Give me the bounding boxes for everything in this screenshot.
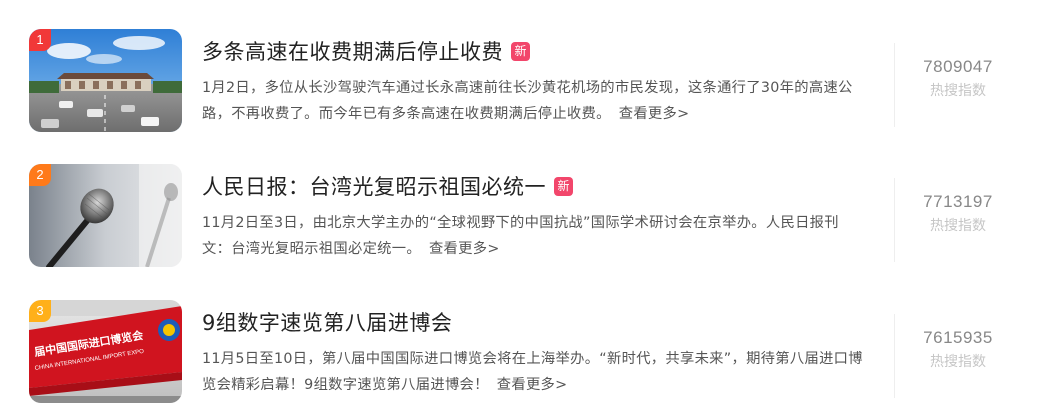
rank-badge: 3 <box>29 300 51 322</box>
import-expo-banner-image: 届中国国际进口博览会 CHINA INTERNATIONAL IMPORT EX… <box>29 300 182 403</box>
hot-index-label: 热搜指数 <box>930 354 986 370</box>
view-more-link[interactable]: 查看更多> <box>497 377 568 393</box>
divider <box>894 178 895 262</box>
hot-index-value: 7615935 <box>923 328 993 347</box>
hot-index: 7809047 热搜指数 <box>896 55 1020 102</box>
item-description: 1月2日，多位从长沙驾驶汽车通过长永高速前往长沙黄花机场的市民发现，这条通行了3… <box>202 75 867 127</box>
description-text: 11月2日至3日，由北京大学主办的“全球视野下的中国抗战”国际学术研讨会在京举办… <box>202 215 839 257</box>
hot-index-value: 7713197 <box>923 192 993 211</box>
list-item[interactable]: 届中国国际进口博览会 CHINA INTERNATIONAL IMPORT EX… <box>0 300 1049 404</box>
item-title[interactable]: 人民日报：台湾光复昭示祖国必统一 <box>202 171 546 201</box>
item-description: 11月2日至3日，由北京大学主办的“全球视野下的中国抗战”国际学术研讨会在京举办… <box>202 210 867 262</box>
list-item[interactable]: 2 人民日报：台湾光复昭示祖国必统一 新 11月2日至3日，由北京大学主办的“全… <box>0 164 1049 268</box>
hot-index-label: 热搜指数 <box>930 218 986 234</box>
highway-toll-station-image <box>29 29 182 132</box>
divider <box>894 314 895 398</box>
list-item[interactable]: 1 多条高速在收费期满后停止收费 新 1月2日，多位从长沙驾驶汽车通过长永高速前… <box>0 29 1049 133</box>
item-thumbnail[interactable]: 届中国国际进口博览会 CHINA INTERNATIONAL IMPORT EX… <box>29 300 182 403</box>
hot-index: 7615935 热搜指数 <box>896 326 1020 373</box>
rank-badge: 2 <box>29 164 51 186</box>
new-badge: 新 <box>511 41 530 61</box>
hot-index: 7713197 热搜指数 <box>896 190 1020 237</box>
item-description: 11月5日至10日，第八届中国国际进口博览会将在上海举办。“新时代，共享未来”，… <box>202 346 867 398</box>
microphones-image <box>29 164 182 267</box>
rank-badge: 1 <box>29 29 51 51</box>
item-title[interactable]: 9组数字速览第八届进博会 <box>202 307 452 337</box>
divider <box>894 43 895 127</box>
item-thumbnail[interactable]: 2 <box>29 164 182 267</box>
hot-index-label: 热搜指数 <box>930 83 986 99</box>
description-text: 1月2日，多位从长沙驾驶汽车通过长永高速前往长沙黄花机场的市民发现，这条通行了3… <box>202 80 853 122</box>
title-row: 人民日报：台湾光复昭示祖国必统一 新 <box>202 170 573 202</box>
title-row: 多条高速在收费期满后停止收费 新 <box>202 35 530 67</box>
view-more-link[interactable]: 查看更多> <box>429 241 500 257</box>
title-row: 9组数字速览第八届进博会 <box>202 306 452 338</box>
item-thumbnail[interactable]: 1 <box>29 29 182 132</box>
item-title[interactable]: 多条高速在收费期满后停止收费 <box>202 36 503 66</box>
new-badge: 新 <box>554 176 573 196</box>
hot-index-value: 7809047 <box>923 57 993 76</box>
view-more-link[interactable]: 查看更多> <box>619 106 690 122</box>
